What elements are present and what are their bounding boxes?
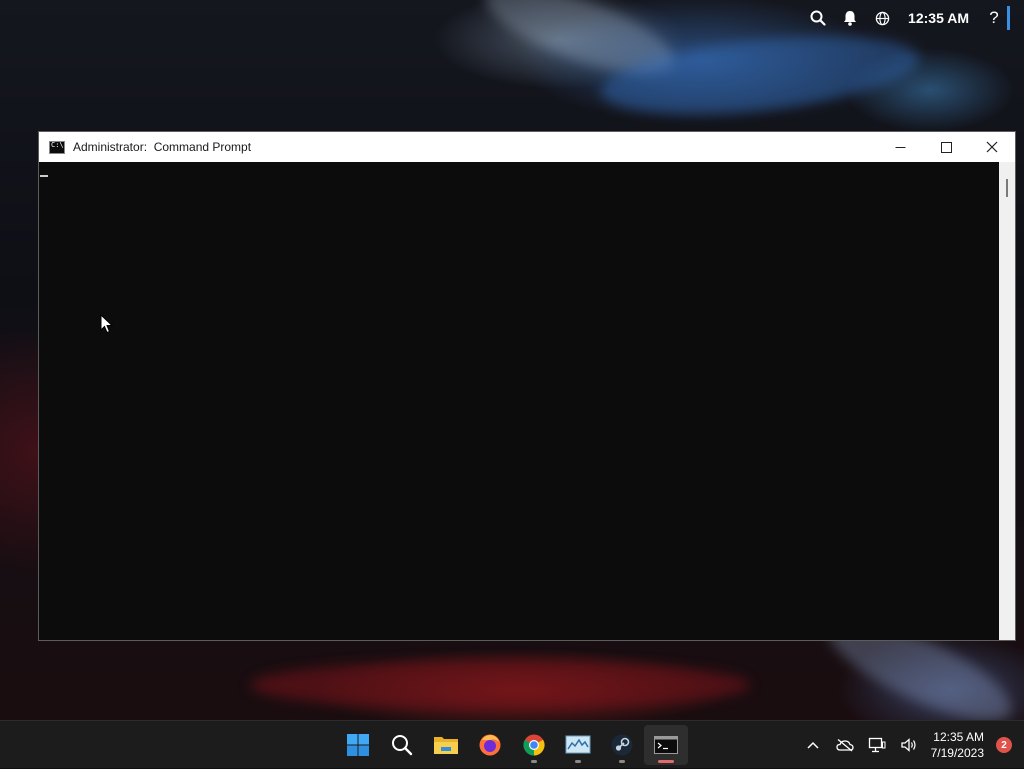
firefox-button[interactable] bbox=[468, 721, 512, 769]
close-button[interactable] bbox=[969, 132, 1015, 162]
chrome-button[interactable] bbox=[512, 721, 556, 769]
window-titlebar[interactable]: Administrator: Command Prompt bbox=[39, 132, 1015, 162]
window-title: Administrator: Command Prompt bbox=[73, 140, 252, 154]
show-hidden-icons-button[interactable] bbox=[797, 721, 829, 769]
taskbar: 12:35 AM 7/19/2023 2 bbox=[0, 720, 1024, 768]
mouse-pointer-icon bbox=[100, 314, 114, 334]
command-prompt-taskbar-button[interactable] bbox=[644, 725, 688, 765]
taskbar-apps bbox=[336, 721, 688, 769]
command-prompt-window: Administrator: Command Prompt bbox=[38, 131, 1016, 641]
folder-icon bbox=[434, 737, 458, 754]
chevron-up-icon bbox=[807, 741, 819, 749]
start-button[interactable] bbox=[336, 721, 380, 769]
system-tray: 12:35 AM 7/19/2023 2 bbox=[797, 721, 1024, 769]
minimize-button[interactable] bbox=[877, 132, 923, 162]
cloud-offline-icon bbox=[835, 738, 854, 752]
active-indicator bbox=[658, 760, 674, 763]
taskbar-search-button[interactable] bbox=[380, 721, 424, 769]
globe-icon[interactable] bbox=[866, 0, 898, 36]
firefox-icon bbox=[479, 734, 501, 756]
scrollbar-thumb[interactable] bbox=[1006, 179, 1008, 197]
chrome-icon bbox=[523, 734, 545, 756]
minimize-icon bbox=[895, 146, 905, 148]
search-icon bbox=[392, 735, 413, 756]
running-indicator bbox=[531, 760, 537, 763]
clock-date: 7/19/2023 bbox=[930, 746, 984, 760]
volume-icon bbox=[900, 738, 916, 752]
top-bar-time: 12:35 AM bbox=[908, 10, 969, 26]
accent-bar bbox=[1007, 6, 1010, 30]
text-cursor bbox=[40, 175, 48, 177]
resource-monitor-button[interactable] bbox=[556, 721, 600, 769]
running-indicator bbox=[619, 760, 625, 763]
monitor-icon bbox=[565, 735, 591, 754]
maximize-button[interactable] bbox=[923, 132, 969, 162]
maximize-icon bbox=[940, 141, 952, 153]
bell-icon[interactable] bbox=[834, 0, 866, 36]
help-icon[interactable]: ? bbox=[983, 8, 1005, 28]
steam-button[interactable] bbox=[600, 721, 644, 769]
steam-icon bbox=[611, 734, 633, 756]
cmd-icon bbox=[654, 736, 678, 754]
search-icon[interactable] bbox=[802, 0, 834, 36]
cmd-icon bbox=[49, 140, 65, 154]
running-indicator bbox=[575, 760, 581, 763]
top-overlay-bar: 12:35 AM ? bbox=[802, 0, 1010, 36]
volume-button[interactable] bbox=[893, 721, 925, 769]
windows-logo-icon bbox=[347, 734, 369, 756]
onedrive-button[interactable] bbox=[829, 721, 861, 769]
taskbar-clock[interactable]: 12:35 AM 7/19/2023 bbox=[925, 729, 992, 761]
notification-badge[interactable]: 2 bbox=[996, 737, 1012, 753]
vertical-scrollbar[interactable] bbox=[999, 162, 1015, 640]
console-area[interactable] bbox=[39, 162, 999, 640]
clock-time: 12:35 AM bbox=[933, 730, 984, 744]
network-icon bbox=[868, 737, 886, 753]
network-button[interactable] bbox=[861, 721, 893, 769]
close-icon bbox=[986, 141, 998, 153]
file-explorer-button[interactable] bbox=[424, 721, 468, 769]
